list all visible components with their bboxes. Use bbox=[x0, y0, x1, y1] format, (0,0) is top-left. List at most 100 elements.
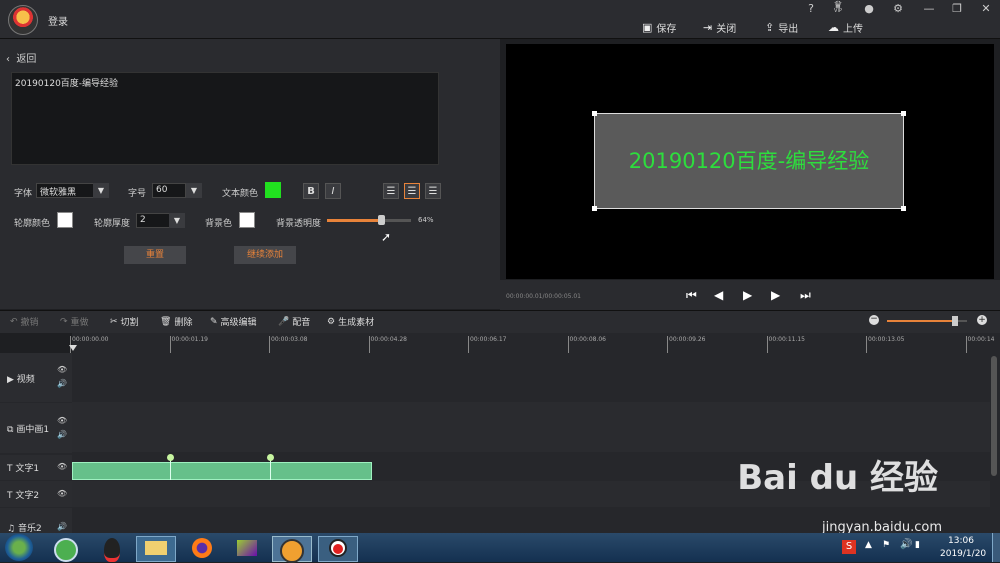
advanced-edit-button[interactable]: ✎ 高级编辑 bbox=[210, 315, 257, 329]
skip-start-icon[interactable]: ⏮ bbox=[686, 288, 697, 303]
sogou-ime-icon[interactable]: S bbox=[842, 540, 856, 554]
zoom-slider-handle[interactable] bbox=[952, 316, 958, 326]
skip-end-icon[interactable]: ⏭ bbox=[800, 288, 811, 303]
taskbar-app-editor[interactable] bbox=[228, 536, 266, 560]
undo-button[interactable]: ↶ 撤销 bbox=[10, 315, 39, 329]
resize-handle[interactable] bbox=[901, 111, 906, 116]
bell-icon[interactable]: ● bbox=[862, 2, 876, 15]
eye-icon[interactable]: 👁 bbox=[57, 462, 67, 471]
chevron-down-icon[interactable]: ▼ bbox=[186, 183, 202, 198]
taskbar-app-firefox[interactable] bbox=[183, 536, 221, 560]
bold-button[interactable]: B bbox=[303, 183, 319, 199]
size-select[interactable]: 60 bbox=[152, 183, 186, 198]
clock-time[interactable]: 13:06 bbox=[948, 536, 974, 546]
zoom-in-icon[interactable]: + bbox=[977, 315, 987, 325]
show-desktop-button[interactable] bbox=[992, 533, 1000, 562]
ruler-tick-label: 00:00:00.00 bbox=[72, 336, 109, 343]
minimize-icon[interactable]: — bbox=[922, 2, 936, 15]
export-button[interactable]: ⇪ 导出 bbox=[765, 20, 798, 35]
chevron-down-icon[interactable]: ▼ bbox=[93, 183, 109, 198]
resize-handle[interactable] bbox=[592, 206, 597, 211]
close-icon[interactable]: ✕ bbox=[979, 2, 993, 15]
align-right-icon[interactable]: ☰ bbox=[425, 183, 441, 199]
generate-material-button[interactable]: ⚙ 生成素材 bbox=[327, 315, 374, 329]
align-center-icon[interactable]: ☰ bbox=[404, 183, 420, 199]
delete-button[interactable]: 🗑 删除 bbox=[160, 315, 192, 329]
cut-button[interactable]: ✂ 切割 bbox=[110, 315, 139, 329]
italic-button[interactable]: I bbox=[325, 183, 341, 199]
baidu-watermark-logo: Bai du 经验 bbox=[737, 458, 938, 498]
tray-expand-icon[interactable]: ▲ bbox=[865, 540, 872, 550]
vip-label: VIP bbox=[834, 8, 842, 14]
eye-icon[interactable]: 👁 bbox=[57, 489, 67, 498]
track-label-pip: ⧉ 画中画1 bbox=[7, 422, 49, 435]
continue-add-button[interactable]: 继续添加 bbox=[234, 246, 296, 264]
speaker-icon[interactable]: 🔊 bbox=[57, 379, 67, 388]
taskbar-app-explorer[interactable] bbox=[136, 536, 176, 562]
cut-label: 切割 bbox=[120, 318, 139, 328]
ruler-tick-line bbox=[368, 336, 370, 353]
clock-date[interactable]: 2019/1/20 bbox=[940, 549, 986, 559]
outline-thickness-select[interactable]: 2 bbox=[136, 213, 170, 228]
timeline-scrollbar[interactable] bbox=[991, 356, 997, 476]
login-link[interactable]: 登录 bbox=[48, 13, 68, 28]
dub-button[interactable]: 🎤 配音 bbox=[278, 315, 311, 329]
eye-icon[interactable]: 👁 bbox=[57, 416, 67, 425]
taskbar-app-recorder[interactable] bbox=[318, 536, 358, 562]
track-label-text: 文字2 bbox=[15, 491, 40, 501]
track-label-text: 视频 bbox=[16, 375, 35, 385]
play-icon[interactable]: ▶ bbox=[743, 288, 752, 302]
bg-color-swatch[interactable] bbox=[239, 212, 255, 228]
outline-color-label: 轮廓颜色 bbox=[14, 219, 51, 229]
reset-button[interactable]: 重置 bbox=[124, 246, 186, 264]
gear-icon[interactable]: ⚙ bbox=[891, 2, 905, 15]
timeline-ruler[interactable] bbox=[72, 333, 1000, 353]
taskbar-app-qq[interactable] bbox=[93, 536, 131, 562]
font-select[interactable]: 微软雅黑 bbox=[36, 183, 94, 198]
ruler-tick-line bbox=[567, 336, 569, 353]
resize-handle[interactable] bbox=[592, 111, 597, 116]
film-icon: ⚙ bbox=[327, 316, 336, 327]
eye-icon[interactable]: 👁 bbox=[57, 365, 67, 374]
save-button[interactable]: ▣ 保存 bbox=[642, 20, 676, 35]
ruler-tick-label: 00:00:08.06 bbox=[569, 336, 607, 343]
tray-volume-icon[interactable]: 🔊 bbox=[900, 539, 912, 550]
step-back-icon[interactable]: ◀︎ bbox=[714, 288, 723, 302]
text-clip[interactable] bbox=[72, 462, 372, 480]
playhead[interactable] bbox=[69, 345, 77, 351]
taskbar-app-360[interactable] bbox=[47, 536, 85, 562]
close-project-button[interactable]: ⇥ 关闭 bbox=[703, 20, 736, 35]
speaker-icon[interactable]: 🔊 bbox=[57, 430, 67, 439]
upload-label: 上传 bbox=[843, 24, 863, 35]
keyframe-marker[interactable] bbox=[267, 454, 274, 461]
mouse-cursor-icon: ➚ bbox=[381, 230, 392, 244]
help-icon[interactable]: ? bbox=[804, 2, 818, 15]
tray-action-center-icon[interactable]: ⚑ bbox=[882, 540, 890, 550]
step-forward-icon[interactable]: ▶︎ bbox=[771, 288, 780, 302]
redo-button[interactable]: ↷ 重做 bbox=[60, 315, 89, 329]
bg-opacity-slider[interactable] bbox=[327, 219, 411, 222]
align-left-icon[interactable]: ☰ bbox=[383, 183, 399, 199]
upload-button[interactable]: ☁ 上传 bbox=[828, 20, 863, 35]
start-button[interactable] bbox=[5, 534, 33, 561]
keyframe-marker[interactable] bbox=[167, 454, 174, 461]
bg-opacity-value: 64% bbox=[418, 216, 434, 224]
taskbar-app-video-editor[interactable] bbox=[272, 536, 312, 563]
zoom-out-icon[interactable]: − bbox=[869, 315, 879, 325]
dub-label: 配音 bbox=[292, 318, 311, 328]
edit-toolbar bbox=[0, 310, 1000, 333]
restore-icon[interactable]: ❐ bbox=[950, 2, 964, 15]
text-color-swatch[interactable] bbox=[265, 182, 281, 198]
text-input[interactable]: 20190120百度-编导经验 bbox=[11, 72, 439, 165]
resize-handle[interactable] bbox=[901, 206, 906, 211]
close-label: 关闭 bbox=[716, 24, 737, 35]
chevron-down-icon[interactable]: ▼ bbox=[169, 213, 185, 228]
outline-color-swatch[interactable] bbox=[57, 212, 73, 228]
tray-network-icon[interactable]: ▮ bbox=[915, 540, 920, 550]
text-icon: T bbox=[7, 491, 13, 501]
ruler-tick-line bbox=[468, 336, 469, 353]
speaker-icon[interactable]: 🔊 bbox=[57, 522, 67, 531]
back-button[interactable]: ‹ 返回 bbox=[6, 50, 36, 65]
vip-icon[interactable]: ♛ VIP bbox=[831, 0, 845, 14]
bg-opacity-slider-handle[interactable] bbox=[377, 215, 385, 225]
